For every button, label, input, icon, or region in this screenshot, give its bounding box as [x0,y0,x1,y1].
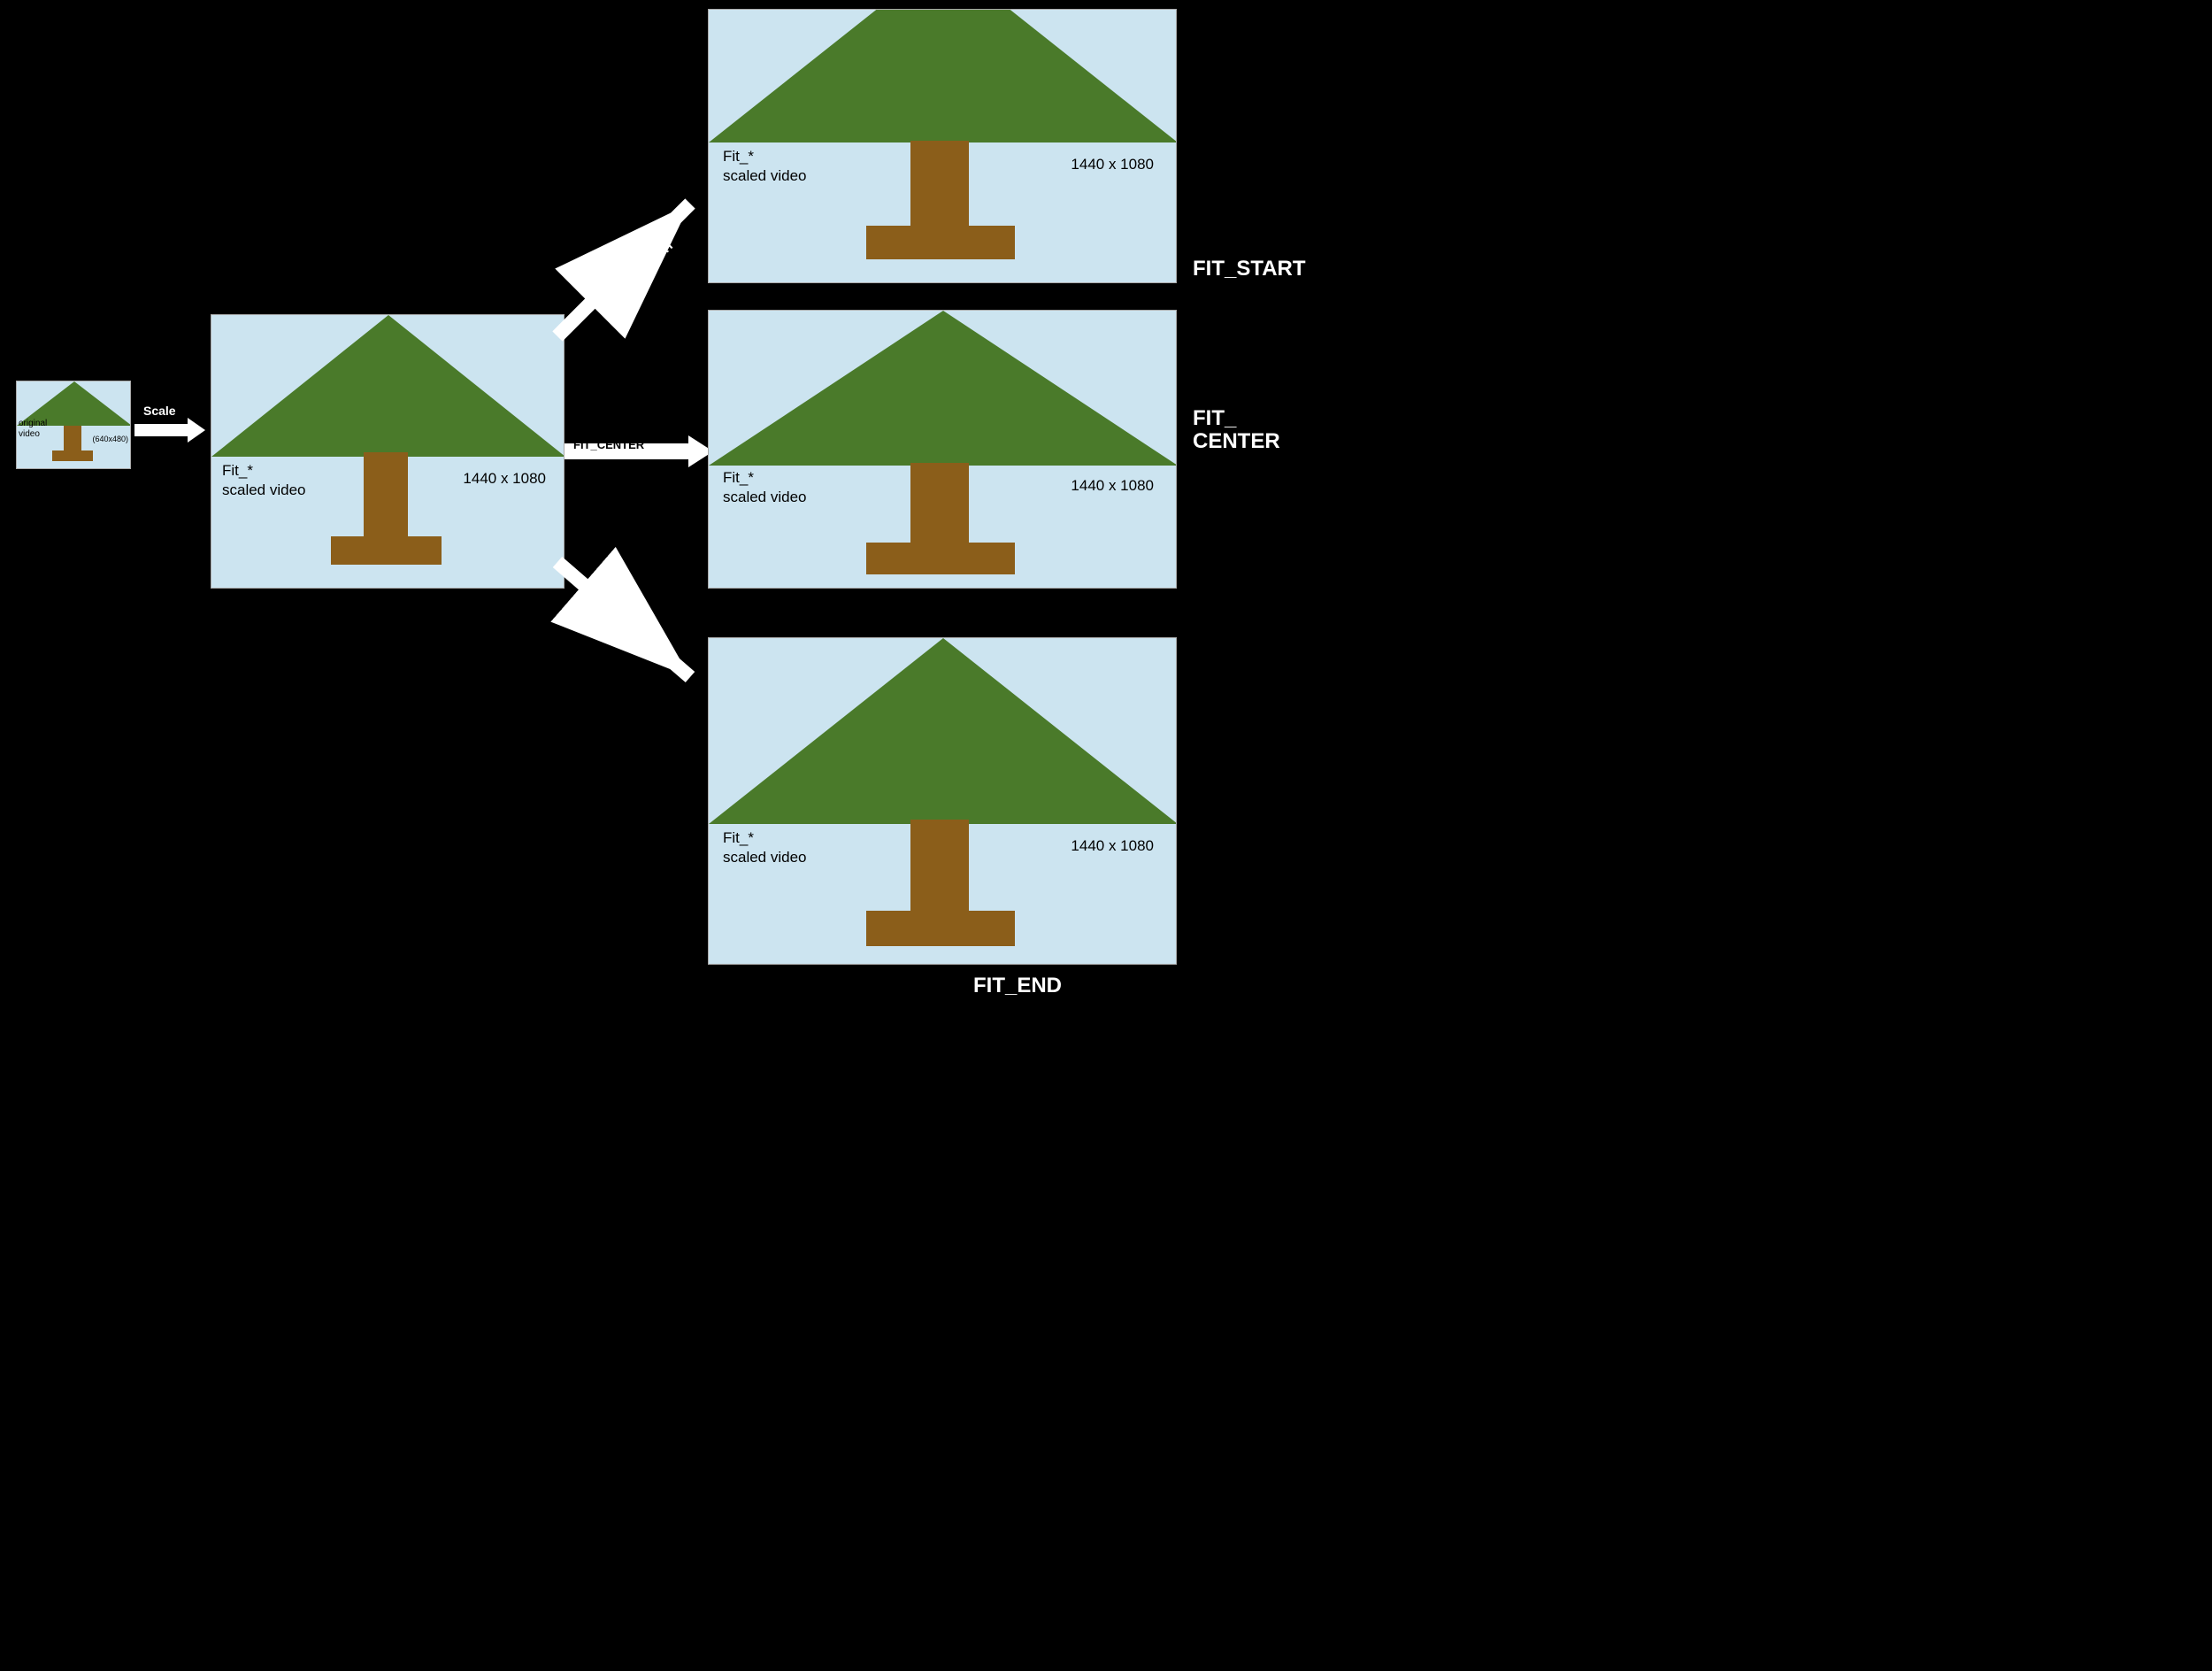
svg-text:FIT_END: FIT_END [593,604,644,618]
fit-end-arrow: FIT_END [540,544,717,704]
fit-start-outside-label: FIT_START [1193,257,1306,281]
fit-end-frame: Fit_*scaled video 1440 x 1080 [708,637,1177,965]
fit-start-frame-size: 1440 x 1080 [1071,156,1154,173]
scale-arrow: Scale [134,418,205,443]
scale-label: Scale [143,404,176,418]
main-video-frame: Fit_*scaled video 1440 x 1080 [211,314,565,589]
fit-center-frame-size: 1440 x 1080 [1071,477,1154,495]
original-video-size: (640x480) [92,435,128,443]
fit-center-arrow-label: FIT_CENTER [573,438,644,451]
fit-center-frame-label: Fit_*scaled video [723,468,807,507]
fit-start-frame: Fit_*scaled video 1440 x 1080 [708,9,1177,283]
fit-center-frame: Fit_*scaled video 1440 x 1080 [708,310,1177,589]
fit-end-frame-size: 1440 x 1080 [1071,837,1154,855]
fit-end-frame-label: Fit_*scaled video [723,828,807,867]
original-video-frame: originalvideo (640x480) [16,381,131,469]
fit-center-outside-label: FIT_CENTER [1193,407,1280,454]
fit-start-arrow: FIT_START [540,177,717,354]
main-frame-label: Fit_*scaled video [222,461,306,500]
main-frame-size: 1440 x 1080 [463,470,546,488]
fit-end-outside-label: FIT_END [973,974,1062,998]
original-video-label: originalvideo [19,419,47,440]
fit-start-frame-label: Fit_*scaled video [723,147,807,186]
fit-center-arrow: FIT_CENTER [565,435,713,467]
